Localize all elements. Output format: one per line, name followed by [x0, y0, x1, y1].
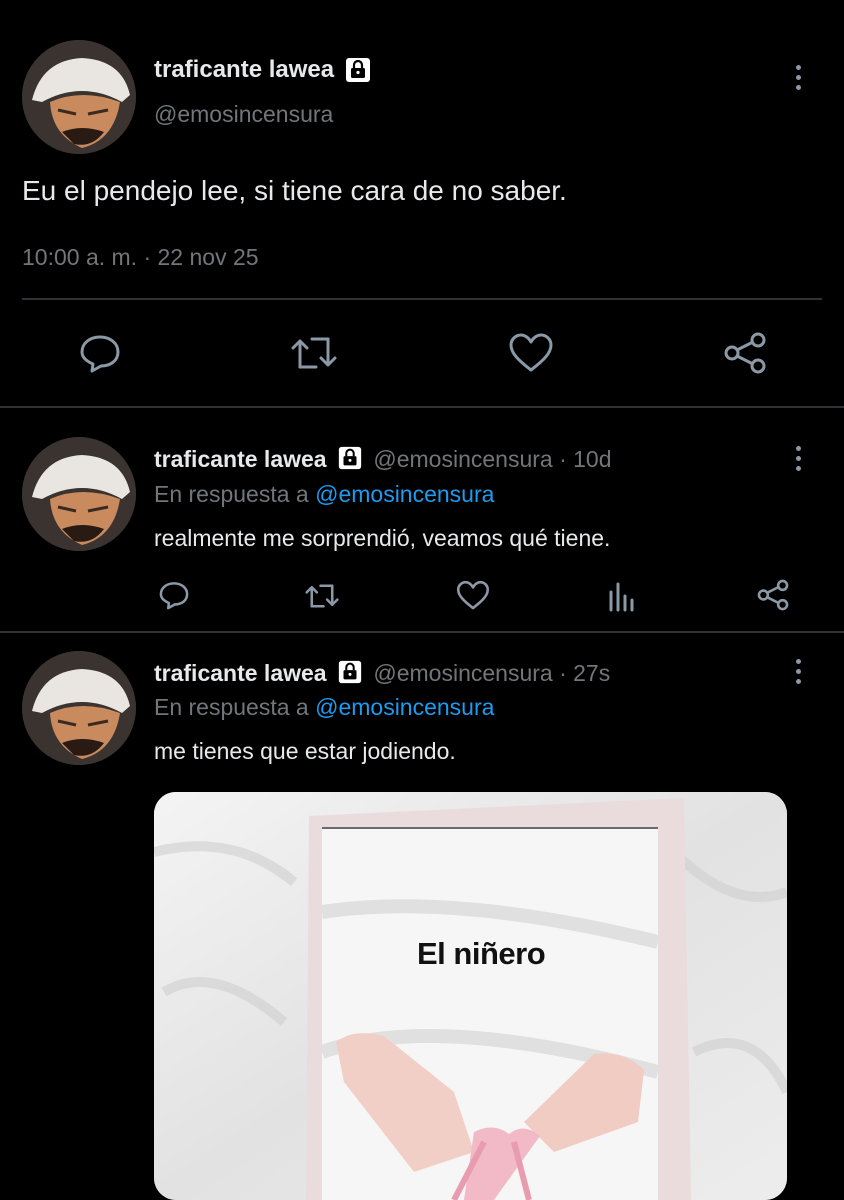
- timestamp[interactable]: 10:00 a. m. · 22 nov 25: [22, 244, 259, 271]
- relative-time[interactable]: · 10d: [559, 446, 611, 472]
- reply-prefix: En respuesta a: [154, 694, 309, 720]
- divider: [0, 631, 844, 633]
- reply-icon[interactable]: [158, 580, 190, 610]
- more-options-icon[interactable]: [786, 438, 810, 478]
- tweet-text: me tienes que estar jodiendo.: [154, 738, 456, 764]
- handle[interactable]: @emosincensura: [154, 101, 333, 128]
- reply-context: En respuesta a @emosincensura: [154, 481, 494, 508]
- reply-prefix: En respuesta a: [154, 481, 309, 507]
- divider: [0, 406, 844, 408]
- more-options-icon[interactable]: [786, 57, 810, 97]
- tweet-text: Eu el pendejo lee, si tiene cara de no s…: [22, 175, 567, 206]
- display-name[interactable]: traficante lawea: [154, 660, 327, 686]
- reply-icon[interactable]: [78, 333, 122, 373]
- mention-link[interactable]: @emosincensura: [315, 694, 494, 720]
- display-name[interactable]: traficante lawea: [154, 446, 327, 472]
- retweet-icon[interactable]: [303, 581, 341, 611]
- tweet-text: realmente me sorprendió, veamos qué tien…: [154, 525, 611, 551]
- reply-context: En respuesta a @emosincensura: [154, 694, 494, 721]
- avatar[interactable]: [22, 40, 136, 154]
- relative-time[interactable]: · 27s: [559, 660, 610, 686]
- share-icon[interactable]: [756, 578, 790, 612]
- lock-icon: [344, 56, 372, 89]
- display-name[interactable]: traficante lawea: [154, 56, 334, 84]
- like-icon[interactable]: [456, 580, 490, 611]
- retweet-icon[interactable]: [288, 333, 340, 373]
- handle[interactable]: @emosincensura: [373, 446, 552, 472]
- more-options-icon[interactable]: [786, 651, 810, 691]
- analytics-icon[interactable]: [607, 580, 637, 612]
- share-icon[interactable]: [722, 331, 768, 375]
- like-icon[interactable]: [508, 332, 554, 374]
- avatar[interactable]: [22, 651, 136, 765]
- lock-icon: [337, 659, 363, 691]
- lock-icon: [337, 445, 363, 477]
- media-image[interactable]: El niñero: [154, 792, 787, 1200]
- mention-link[interactable]: @emosincensura: [315, 481, 494, 507]
- tweet-header: traficante lawea @emosincensura · 10d: [154, 445, 612, 477]
- book-title: El niñero: [417, 936, 546, 971]
- divider: [22, 298, 822, 300]
- avatar[interactable]: [22, 437, 136, 551]
- handle[interactable]: @emosincensura: [373, 660, 552, 686]
- tweet-header: traficante lawea @emosincensura · 27s: [154, 659, 610, 691]
